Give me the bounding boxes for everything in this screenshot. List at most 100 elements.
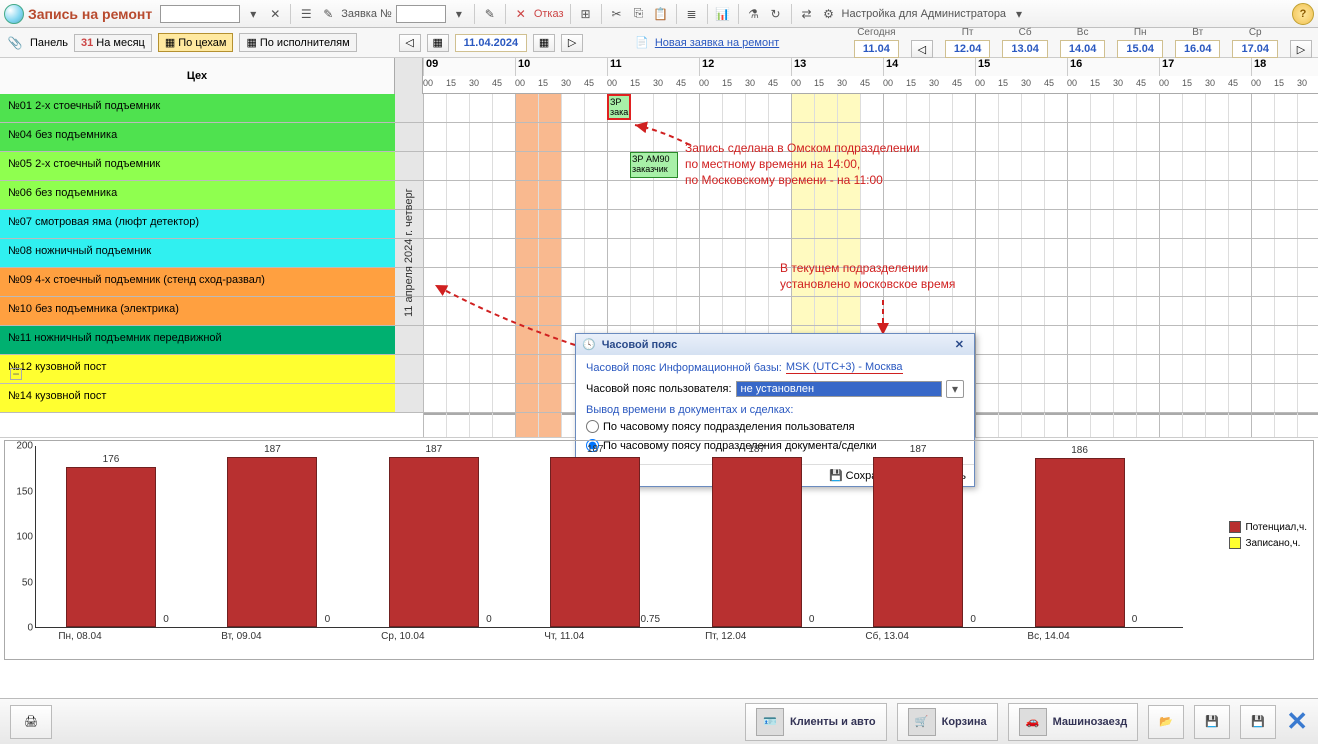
gear-icon[interactable]: ⚙ — [820, 5, 838, 23]
app-close-icon[interactable]: ✕ — [1286, 706, 1308, 737]
bar-value: 187 — [587, 444, 604, 455]
calendar2-icon[interactable]: ▦ — [533, 34, 555, 52]
help-icon[interactable]: ? — [1292, 3, 1314, 25]
print-button[interactable]: 🖨 — [10, 705, 52, 739]
minute-label: 15 — [998, 78, 1008, 88]
day-box[interactable]: 11.04 — [854, 40, 899, 58]
dialog-titlebar[interactable]: 🕓 Часовой пояс ✕ — [576, 334, 974, 355]
appointment-block[interactable]: ЗР AM90заказчик — [630, 152, 678, 178]
calendar-icon[interactable]: ▦ — [427, 34, 449, 52]
dropdown-icon[interactable]: ▾ — [244, 5, 262, 23]
base-tz-value[interactable]: MSK (UTC+3) - Москва — [786, 361, 903, 374]
carin-button[interactable]: 🚗 Машинозаезд — [1008, 703, 1139, 741]
day-box[interactable]: 15.04 — [1117, 40, 1163, 58]
minute-label: 30 — [653, 78, 663, 88]
minute-label: 15 — [538, 78, 548, 88]
select-dropdown-icon[interactable]: ▾ — [946, 380, 964, 398]
workshop-name[interactable]: №11 ножничный подъемник передвижной — [0, 326, 395, 354]
minute-label: 45 — [492, 78, 502, 88]
note-icon[interactable]: ✎ — [319, 5, 337, 23]
copy-icon[interactable]: ⎘ — [630, 5, 648, 23]
workshop-name[interactable]: №08 ножничный подъемник — [0, 239, 395, 267]
edit-icon[interactable]: ✎ — [481, 5, 499, 23]
paste-icon[interactable]: 📋 — [652, 5, 670, 23]
day-box[interactable]: 14.04 — [1060, 40, 1106, 58]
tab-performers[interactable]: ▦ По исполнителям — [239, 33, 356, 52]
admin-label[interactable]: Настройка для Администратора — [842, 8, 1007, 20]
bar-value: 186 — [1071, 445, 1088, 456]
workshop-name[interactable]: №06 без подъемника — [0, 181, 395, 209]
cart-button[interactable]: 🛒 Корзина — [897, 703, 998, 741]
card-icon: 🪪 — [756, 708, 784, 736]
minute-label: 45 — [1044, 78, 1054, 88]
otkaz-label[interactable]: Отказ — [534, 8, 564, 20]
days-next-btn[interactable]: ▷ — [1290, 40, 1312, 58]
doc-icon[interactable]: ≣ — [683, 5, 701, 23]
tab-tseh[interactable]: ▦ По цехам — [158, 33, 234, 52]
minute-label: 00 — [791, 78, 801, 88]
radio-user-tz[interactable] — [586, 420, 599, 433]
attach-icon[interactable]: 📎 — [6, 34, 24, 52]
clients-button[interactable]: 🪪 Клиенты и авто — [745, 703, 887, 741]
bar — [550, 457, 640, 627]
minute-label: 00 — [607, 78, 617, 88]
day-box[interactable]: 13.04 — [1002, 40, 1048, 58]
days-prev-btn[interactable]: ◁ — [911, 40, 933, 58]
user-tz-select[interactable]: не установлен — [736, 381, 942, 397]
workshop-name[interactable]: №10 без подъемника (электрика) — [0, 297, 395, 325]
bar — [389, 457, 479, 627]
date-prev-btn[interactable]: ◁ — [399, 34, 421, 52]
cart-icon: 🛒 — [908, 708, 936, 736]
view-toolbar: 📎 Панель 31 На месяц ▦ По цехам ▦ По исп… — [0, 28, 1318, 58]
search-combo[interactable] — [160, 5, 240, 23]
dialog-close-icon[interactable]: ✕ — [951, 338, 968, 351]
minute-label: 30 — [1113, 78, 1123, 88]
day-label: Сб — [1019, 27, 1032, 38]
minute-label: 30 — [561, 78, 571, 88]
disk-icon: 💾 — [1205, 715, 1219, 728]
day-box[interactable]: 12.04 — [945, 40, 991, 58]
admin-dropdown-icon[interactable]: ▾ — [1010, 5, 1028, 23]
workshop-name[interactable]: №14 кузовной пост — [0, 384, 395, 412]
filter-icon[interactable]: ⚗ — [745, 5, 763, 23]
workshop-name[interactable]: №12 кузовной пост — [0, 355, 395, 383]
workshop-name[interactable]: №09 4-х стоечный подъемник (стенд сход-р… — [0, 268, 395, 296]
new-record-link[interactable]: Новая заявка на ремонт — [655, 37, 779, 49]
tab-month[interactable]: 31 На месяц — [74, 34, 152, 52]
day-label: Вс — [1077, 27, 1089, 38]
workshop-name[interactable]: №07 смотровая яма (люфт детектор) — [0, 210, 395, 238]
dropdown2-icon[interactable]: ▾ — [450, 5, 468, 23]
zayavka-input[interactable] — [396, 5, 446, 23]
tree-collapse-icon[interactable]: − — [10, 368, 22, 380]
main-date[interactable]: 11.04.2024 — [455, 34, 527, 52]
day-box[interactable]: 16.04 — [1175, 40, 1221, 58]
workshop-name[interactable]: №05 2-х стоечный подъемник — [0, 152, 395, 180]
bar-value: 187 — [426, 444, 443, 455]
panel-label[interactable]: Панель — [30, 37, 68, 49]
appointment-block[interactable]: ЗРзака — [607, 94, 631, 120]
refresh-icon[interactable]: ↻ — [767, 5, 785, 23]
tree-icon[interactable]: ⊞ — [577, 5, 595, 23]
main-toolbar: Запись на ремонт ▾ ✕ ☰ ✎ Заявка № ▾ ✎ ✕ … — [0, 0, 1318, 28]
day-box[interactable]: 17.04 — [1232, 40, 1278, 58]
bar-value-2: 0 — [163, 614, 169, 625]
save-disk-button[interactable]: 💾 — [1194, 705, 1230, 739]
chart-icon[interactable]: 📊 — [714, 5, 732, 23]
cancel-icon[interactable]: ✕ — [512, 5, 530, 23]
save-disk2-button[interactable]: 💾 — [1240, 705, 1276, 739]
workshop-name[interactable]: №01 2-х стоечный подъемник — [0, 94, 395, 122]
cut-icon[interactable]: ✂ — [608, 5, 626, 23]
folder-open-button[interactable]: 📂 — [1148, 705, 1184, 739]
day-label: Вт — [1192, 27, 1203, 38]
workshop-name[interactable]: №04 без подъемника — [0, 123, 395, 151]
capacity-chart: 050100150200 1760187018701870.7518701870… — [4, 440, 1314, 660]
list-icon[interactable]: ☰ — [297, 5, 315, 23]
date-next-btn[interactable]: ▷ — [561, 34, 583, 52]
user-tz-label: Часовой пояс пользователя: — [586, 383, 732, 395]
grid-icon: ▦ — [165, 36, 175, 49]
arrows-icon[interactable]: ⇄ — [798, 5, 816, 23]
minute-label: 15 — [1274, 78, 1284, 88]
minute-label: 00 — [883, 78, 893, 88]
radio-user-label: По часовому поясу подразделения пользова… — [603, 421, 855, 433]
clear-icon[interactable]: ✕ — [266, 5, 284, 23]
